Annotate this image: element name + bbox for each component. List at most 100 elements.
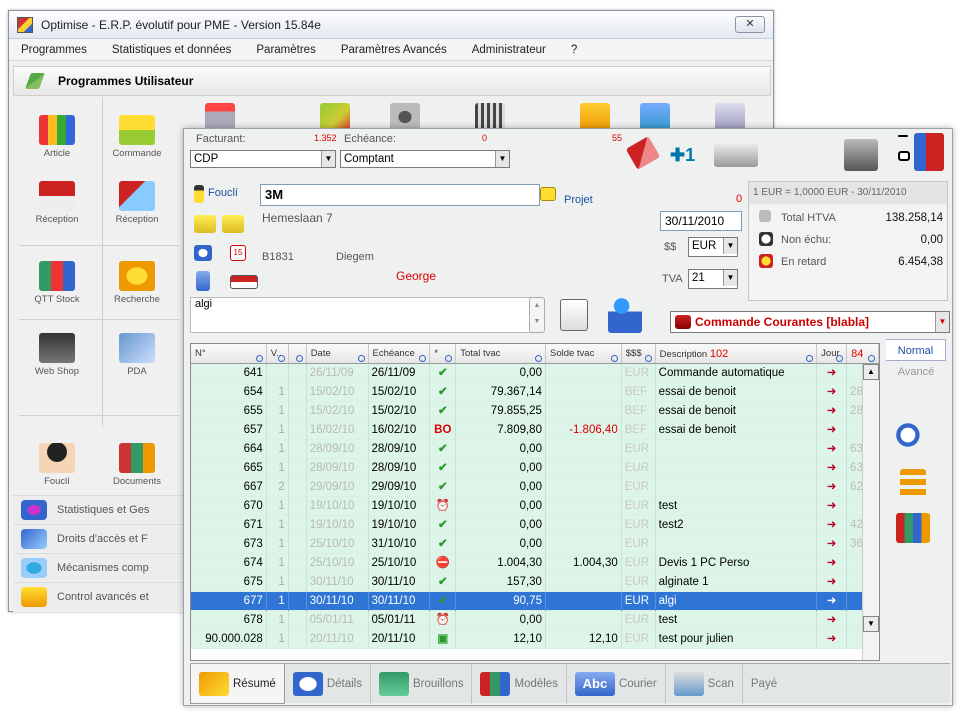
tool-icon-1[interactable] bbox=[205, 103, 235, 131]
exit-door-icon[interactable] bbox=[914, 133, 944, 171]
tool-icon-2[interactable] bbox=[320, 103, 350, 131]
tile-documents[interactable]: Documents bbox=[107, 443, 167, 487]
chart-plus-icon[interactable] bbox=[896, 513, 930, 543]
tab-avance[interactable]: Avancé bbox=[886, 361, 946, 383]
order-type-select[interactable]: Commande Courantes [blabla] ▼ bbox=[670, 311, 950, 333]
tva-select[interactable]: 21 ▼ bbox=[688, 269, 738, 289]
menu-parametres-avances[interactable]: Paramètres Avancés bbox=[341, 44, 447, 56]
menu-parametres[interactable]: Paramètres bbox=[256, 44, 315, 56]
col-date[interactable]: Date bbox=[307, 344, 369, 363]
folders-icon[interactable] bbox=[222, 215, 244, 233]
table-row[interactable]: 675 1 30/11/10 30/11/10 ✔ 157,30 EUR alginate 1… bbox=[191, 572, 879, 592]
col-blank[interactable] bbox=[289, 344, 307, 363]
table-row[interactable]: 677 1 30/11/10 30/11/10 ✔ 90,75 EUR algi ➜ bbox=[191, 591, 879, 611]
projet-link[interactable]: Projet bbox=[564, 194, 593, 206]
documents-grid[interactable]: N° V.. Date Echéance * Total tvac Solde … bbox=[190, 343, 880, 661]
col-status[interactable]: * bbox=[430, 344, 457, 363]
close-button[interactable]: ✕ bbox=[735, 16, 765, 33]
section-control[interactable]: Control avancés et bbox=[13, 582, 185, 610]
minimize-icon[interactable] bbox=[898, 135, 908, 137]
table-row[interactable]: 654 1 15/02/10 15/02/10 ✔ 79.367,14 BEF essai d… bbox=[191, 382, 879, 402]
grid-scrollbar[interactable]: ▲ ▼ bbox=[862, 364, 879, 660]
tile-qtt-stock[interactable]: QTT Stock bbox=[27, 261, 87, 305]
table-row[interactable]: 657 1 16/02/10 16/02/10 BO 7.809,80 -1.806,40 B… bbox=[191, 420, 879, 440]
tab-courier[interactable]: Abc Courier bbox=[567, 664, 666, 704]
document-icon[interactable] bbox=[196, 271, 210, 291]
tool-icon-6[interactable] bbox=[640, 103, 670, 131]
date-field[interactable]: 30/11/2010 bbox=[660, 211, 742, 231]
echeance-select[interactable]: Comptant ▼ bbox=[340, 150, 510, 168]
col-echeance[interactable]: Echéance bbox=[369, 344, 431, 363]
tile-reception[interactable]: Réception bbox=[27, 181, 87, 225]
menu-programmes[interactable]: Programmes bbox=[21, 44, 87, 56]
section-droits[interactable]: Droits d'accès et F bbox=[13, 524, 185, 552]
menu-administrateur[interactable]: Administrateur bbox=[472, 44, 546, 56]
table-row[interactable]: 665 1 28/09/10 28/09/10 ✔ 0,00 EUR ➜ 63 bbox=[191, 458, 879, 478]
col-jour[interactable]: Jour bbox=[817, 344, 848, 363]
scroll-down-button[interactable]: ▼ bbox=[863, 616, 879, 632]
col-solde[interactable]: Solde tvac bbox=[546, 344, 622, 363]
tab-modeles[interactable]: Modèles bbox=[472, 664, 567, 704]
folder-open-icon[interactable] bbox=[194, 215, 216, 233]
tile-pda[interactable]: PDA bbox=[107, 333, 167, 377]
scroll-up-button[interactable]: ▲ bbox=[863, 364, 879, 380]
restore-icon[interactable] bbox=[898, 151, 910, 161]
pen-icon[interactable] bbox=[625, 136, 661, 170]
table-row[interactable]: 674 1 25/10/10 25/10/10 ⛔ 1.004,30 1.004,30 EUR… bbox=[191, 553, 879, 573]
tile-web-shop[interactable]: Web Shop bbox=[27, 333, 87, 377]
tool-icon-3[interactable] bbox=[390, 103, 420, 131]
notes-field[interactable]: algi bbox=[190, 297, 534, 333]
currency-select[interactable]: EUR ▼ bbox=[688, 237, 738, 257]
table-row[interactable]: 673 1 25/10/10 31/10/10 ✔ 0,00 EUR ➜ 36 bbox=[191, 534, 879, 554]
tab-paye[interactable]: Payé bbox=[743, 664, 785, 704]
table-row[interactable]: 670 1 19/10/10 19/10/10 ⏰ 0,00 EUR test ➜ bbox=[191, 496, 879, 516]
tab-details[interactable]: Détails bbox=[285, 664, 371, 704]
table-row[interactable]: 678 1 05/01/11 05/01/11 ⏰ 0,00 EUR test ➜ bbox=[191, 610, 879, 630]
col-number[interactable]: N° bbox=[191, 344, 267, 363]
section-mecanismes[interactable]: Mécanismes comp bbox=[13, 553, 185, 581]
table-row[interactable]: 641 26/11/09 26/11/09 ✔ 0,00 EUR Commande auto… bbox=[191, 363, 879, 383]
col-total[interactable]: Total tvac bbox=[456, 344, 546, 363]
client-link[interactable]: Fouclí bbox=[208, 187, 238, 199]
tab-resume[interactable]: Résumé bbox=[190, 664, 285, 704]
tool-icon-5[interactable] bbox=[580, 103, 610, 131]
refresh-icon[interactable] bbox=[194, 245, 212, 261]
cell-s: ⏰ bbox=[430, 496, 457, 516]
section-statistiques[interactable]: Statistiques et Ges bbox=[13, 495, 185, 523]
hierarchy-icon[interactable] bbox=[900, 469, 926, 499]
table-row[interactable]: 671 1 19/10/10 19/10/10 ✔ 0,00 EUR test2 ➜ 42 bbox=[191, 515, 879, 535]
menu-statistiques[interactable]: Statistiques et données bbox=[112, 44, 232, 56]
client-name-field[interactable]: 3M bbox=[260, 184, 540, 206]
tile-commande[interactable]: Commande bbox=[107, 115, 167, 159]
tile-recherche[interactable]: Recherche bbox=[107, 261, 167, 305]
col-version[interactable]: V.. bbox=[267, 344, 289, 363]
tab-normal[interactable]: Normal bbox=[886, 339, 946, 361]
tab-brouillons[interactable]: Brouillons bbox=[371, 664, 473, 704]
tile-article[interactable]: Article bbox=[27, 115, 87, 159]
cell-desc: test pour julien bbox=[656, 629, 818, 649]
tile-reception-2[interactable]: Réception bbox=[107, 181, 167, 225]
help-document-icon[interactable] bbox=[560, 299, 588, 331]
user-info-icon[interactable] bbox=[608, 297, 642, 333]
menu-help[interactable]: ? bbox=[571, 44, 577, 56]
table-row[interactable]: 667 2 29/09/10 29/09/10 ✔ 0,00 EUR ➜ 62 bbox=[191, 477, 879, 497]
table-row[interactable]: 90.000.028 1 20/11/10 20/11/10 ▣ 12,10 12,10 EU… bbox=[191, 629, 879, 649]
facturant-select[interactable]: CDP ▼ bbox=[190, 150, 336, 168]
search-users-icon[interactable] bbox=[896, 423, 930, 453]
tool-icon-7[interactable] bbox=[715, 103, 745, 131]
add-one-icon[interactable]: ✚1 bbox=[670, 145, 704, 165]
col-currency[interactable]: $$$ bbox=[622, 344, 656, 363]
servers-icon[interactable] bbox=[844, 139, 878, 171]
printer-icon[interactable] bbox=[714, 143, 758, 167]
tile-foucli[interactable]: Fouclí bbox=[27, 443, 87, 487]
cell-v: 1 bbox=[267, 553, 289, 573]
col-description[interactable]: Description 102 bbox=[656, 344, 818, 363]
calendar-icon[interactable]: 15 bbox=[230, 245, 246, 261]
col-extra[interactable]: 84 bbox=[847, 344, 879, 363]
truck-icon[interactable] bbox=[230, 275, 258, 289]
table-row[interactable]: 664 1 28/09/10 28/09/10 ✔ 0,00 EUR ➜ 63 bbox=[191, 439, 879, 459]
tab-scan[interactable]: Scan bbox=[666, 664, 743, 704]
notes-spinner[interactable]: ▲ ▼ bbox=[529, 297, 545, 333]
tool-icon-4[interactable] bbox=[475, 103, 505, 131]
table-row[interactable]: 655 1 15/02/10 15/02/10 ✔ 79.855,25 BEF essai d… bbox=[191, 401, 879, 421]
